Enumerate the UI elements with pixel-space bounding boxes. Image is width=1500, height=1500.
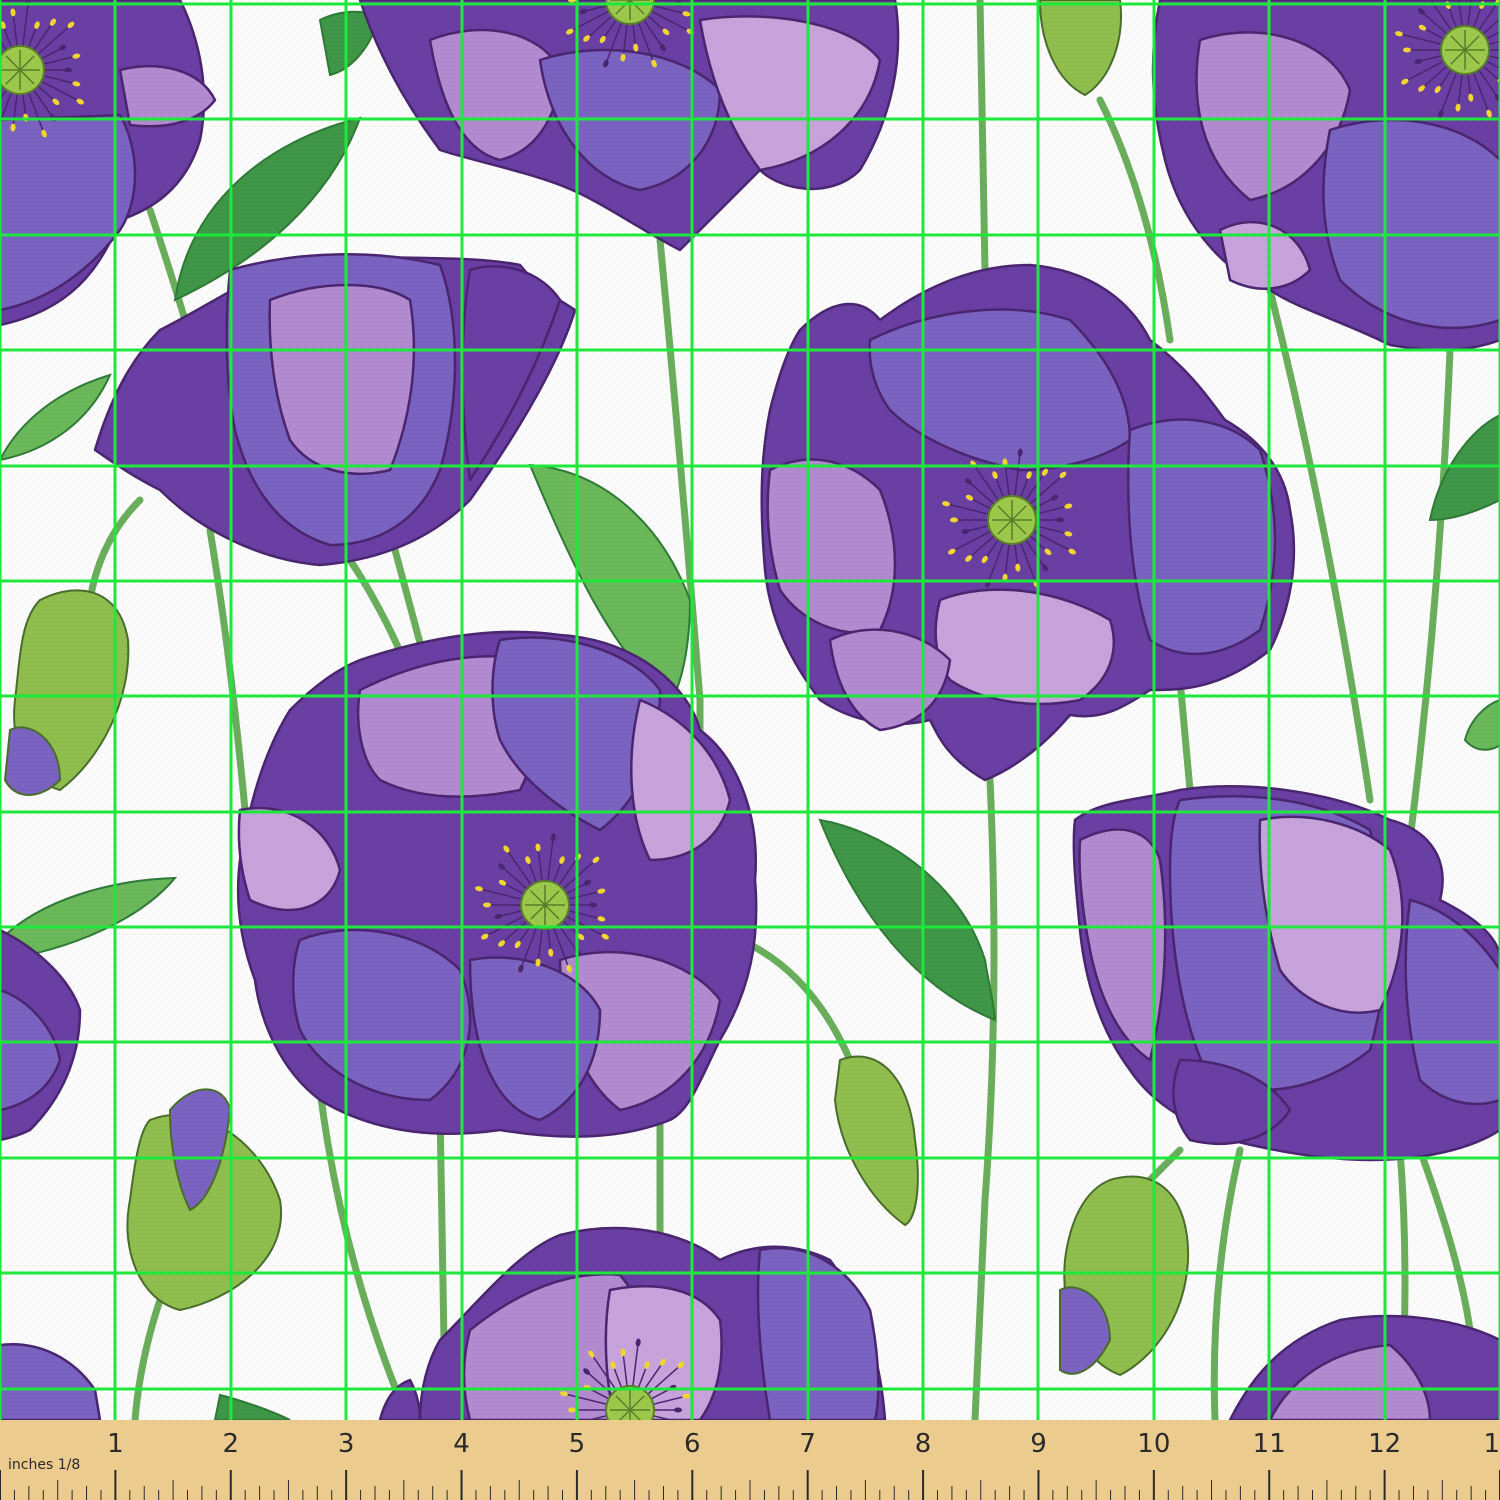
ruler-number: 3 bbox=[338, 1429, 355, 1459]
ruler-number: 6 bbox=[684, 1429, 701, 1459]
inch-ruler: 12345678910111213 inches 1/8 bbox=[0, 1420, 1500, 1500]
poppy-fabric-pattern bbox=[0, 0, 1500, 1420]
ruler-number: 9 bbox=[1030, 1429, 1047, 1459]
ruler-number: 1 bbox=[107, 1429, 124, 1459]
ruler-number: 2 bbox=[222, 1429, 239, 1459]
fabric-swatch: 12345678910111213 inches 1/8 bbox=[0, 0, 1500, 1500]
ruler-number: 12 bbox=[1368, 1429, 1401, 1459]
ruler-number: 7 bbox=[799, 1429, 816, 1459]
ruler-number: 5 bbox=[569, 1429, 586, 1459]
ruler-number: 8 bbox=[915, 1429, 932, 1459]
ruler-number: 10 bbox=[1137, 1429, 1170, 1459]
fabric-weave-texture bbox=[0, 0, 1500, 1420]
ruler-unit-label: inches 1/8 bbox=[8, 1457, 80, 1473]
ruler-number: 4 bbox=[453, 1429, 470, 1459]
ruler-number: 11 bbox=[1253, 1429, 1286, 1459]
ruler-number: 13 bbox=[1483, 1429, 1500, 1459]
